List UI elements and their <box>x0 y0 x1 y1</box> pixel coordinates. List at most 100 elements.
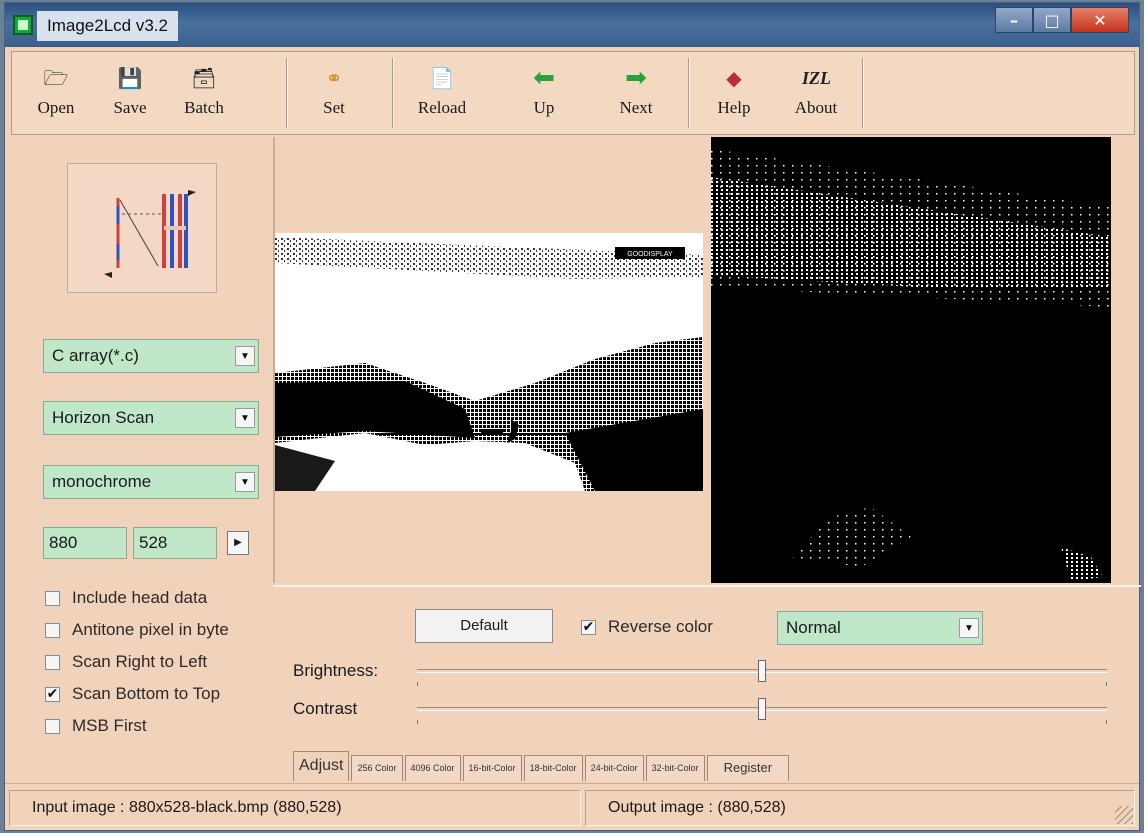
tab-32-bit-color[interactable]: 32-bit-Color <box>645 755 705 781</box>
color-mode-select[interactable]: monochrome ▼ <box>43 465 259 499</box>
option-label: Scan Right to Left <box>72 652 208 671</box>
settings-panel: C array(*.c) ▼ Horizon Scan ▼ monochrome… <box>11 139 273 779</box>
brightness-thumb[interactable] <box>758 660 766 682</box>
default-button[interactable]: Default <box>415 609 553 643</box>
toolbar: 🗁 Open 💾 Save 🗃 Batch ⚭ Set 📄 Reload ⬅ U… <box>11 51 1135 135</box>
scan-mode-select[interactable]: Horizon Scan ▼ <box>43 401 259 435</box>
option-checkbox[interactable]: ✔ Scan Bottom to Top <box>45 681 220 707</box>
checkbox-icon[interactable] <box>45 622 60 638</box>
chevron-down-icon[interactable]: ▼ <box>235 346 255 366</box>
color-mode-value: monochrome <box>52 472 152 491</box>
option-label: Antitone pixel in byte <box>72 620 229 639</box>
tab-4096-color[interactable]: 4096 Color <box>404 755 461 781</box>
option-label: Include head data <box>72 588 208 607</box>
help-book-icon: ◆ <box>726 66 742 90</box>
toolbar-separator <box>862 58 864 128</box>
open-label: Open <box>37 98 75 117</box>
tab-24-bit-color[interactable]: 24-bit-Color <box>584 755 644 781</box>
option-label: MSB First <box>72 716 147 735</box>
brightness-slider[interactable] <box>417 660 1107 686</box>
checkbox-icon[interactable] <box>45 718 60 734</box>
slider-tick <box>417 720 418 724</box>
brightness-label: Brightness: <box>293 661 379 680</box>
option-checkbox[interactable]: Include head data <box>45 585 207 611</box>
output-image-pane <box>711 137 1111 583</box>
scan-direction-preview <box>67 163 217 293</box>
option-checkbox[interactable]: Antitone pixel in byte <box>45 617 229 643</box>
chevron-down-icon[interactable]: ▼ <box>235 472 255 492</box>
slider-tick <box>1106 682 1107 686</box>
window-title: Image2Lcd v3.2 <box>37 11 178 41</box>
status-bar: Input image : 880x528-black.bmp (880,528… <box>5 783 1139 830</box>
up-button[interactable]: ⬅ Up <box>510 52 578 134</box>
window-controls: – □ ✕ <box>995 7 1129 33</box>
contrast-label: Contrast <box>293 699 358 718</box>
height-input[interactable]: 528 <box>133 527 217 559</box>
input-image: GOODISPLAY <box>275 233 703 491</box>
about-button[interactable]: IZL About <box>782 52 850 134</box>
minimize-button[interactable]: – <box>995 7 1033 33</box>
app-icon <box>13 15 33 35</box>
open-folder-icon: 🗁 <box>43 66 69 90</box>
mode-select[interactable]: Normal ▼ <box>777 611 983 645</box>
checkbox-icon[interactable] <box>45 654 60 670</box>
width-input[interactable]: 880 <box>43 527 127 559</box>
reload-button[interactable]: 📄 Reload <box>408 52 476 134</box>
set-button[interactable]: ⚭ Set <box>300 52 368 134</box>
batch-button[interactable]: 🗃 Batch <box>170 52 238 134</box>
slider-tick <box>1106 720 1107 724</box>
chevron-down-icon[interactable]: ▼ <box>235 408 255 428</box>
tab-adjust[interactable]: Adjust <box>293 751 350 781</box>
tab-16-bit-color[interactable]: 16-bit-Color <box>462 755 522 781</box>
toolbar-separator <box>286 58 288 128</box>
checkbox-icon[interactable]: ✔ <box>45 686 60 702</box>
help-label: Help <box>717 98 751 117</box>
save-label: Save <box>113 98 147 117</box>
mode-value: Normal <box>786 618 841 637</box>
output-image-graphic <box>711 137 1111 583</box>
play-arrow-icon: ▶ <box>234 537 242 548</box>
up-label: Up <box>533 98 555 117</box>
title-bar[interactable]: Image2Lcd v3.2 – □ ✕ <box>5 3 1139 47</box>
output-type-select[interactable]: C array(*.c) ▼ <box>43 339 259 373</box>
about-label: About <box>794 98 838 117</box>
floppy-disk-icon: 💾 <box>117 66 143 90</box>
next-button[interactable]: ➡ Next <box>602 52 670 134</box>
app-window: Image2Lcd v3.2 – □ ✕ 🗁 Open 💾 Save 🗃 Bat… <box>4 2 1141 831</box>
toolbar-separator <box>688 58 690 128</box>
arrow-right-icon: ➡ <box>625 63 647 93</box>
tab-18-bit-color[interactable]: 18-bit-Color <box>523 755 583 781</box>
open-button[interactable]: 🗁 Open <box>22 52 90 134</box>
output-type-value: C array(*.c) <box>52 346 139 365</box>
adjust-panel: Default ✔ Reverse color Normal ▼ Brightn… <box>273 585 1141 781</box>
checkbox-icon[interactable] <box>45 590 60 606</box>
batch-label: Batch <box>184 98 224 117</box>
reverse-color-checkbox[interactable]: ✔ Reverse color <box>581 617 713 637</box>
contrast-slider[interactable] <box>417 698 1107 724</box>
input-image-graphic: GOODISPLAY <box>275 233 703 491</box>
maximize-button[interactable]: □ <box>1033 7 1071 33</box>
contrast-thumb[interactable] <box>758 698 766 720</box>
tab-256-color[interactable]: 256 Color <box>351 755 403 781</box>
input-image-status: Input image : 880x528-black.bmp (880,528… <box>9 790 581 826</box>
resize-grip-icon[interactable] <box>1115 806 1133 824</box>
about-logo-icon: IZL <box>802 68 831 88</box>
close-button[interactable]: ✕ <box>1071 7 1129 33</box>
scan-direction-icon <box>104 190 196 278</box>
output-image-status: Output image : (880,528) <box>585 790 1135 826</box>
tab-register[interactable]: Register <box>706 755 790 781</box>
option-label: Scan Bottom to Top <box>72 684 221 703</box>
help-button[interactable]: ◆ Help <box>700 52 768 134</box>
watermark-logo: GOODISPLAY <box>627 251 673 258</box>
reload-label: Reload <box>417 98 467 117</box>
option-checkbox[interactable]: Scan Right to Left <box>45 649 207 675</box>
color-tabs: Adjust 256 Color 4096 Color 16-bit-Color 18-… <box>293 751 791 781</box>
save-button[interactable]: 💾 Save <box>96 52 164 134</box>
glasses-icon: ⚭ <box>325 66 343 90</box>
set-label: Set <box>323 98 345 117</box>
checkbox-icon[interactable]: ✔ <box>581 619 596 635</box>
option-checkbox[interactable]: MSB First <box>45 713 147 739</box>
apply-size-button[interactable]: ▶ <box>227 531 249 555</box>
chevron-down-icon[interactable]: ▼ <box>959 618 979 638</box>
scan-mode-value: Horizon Scan <box>52 408 155 427</box>
